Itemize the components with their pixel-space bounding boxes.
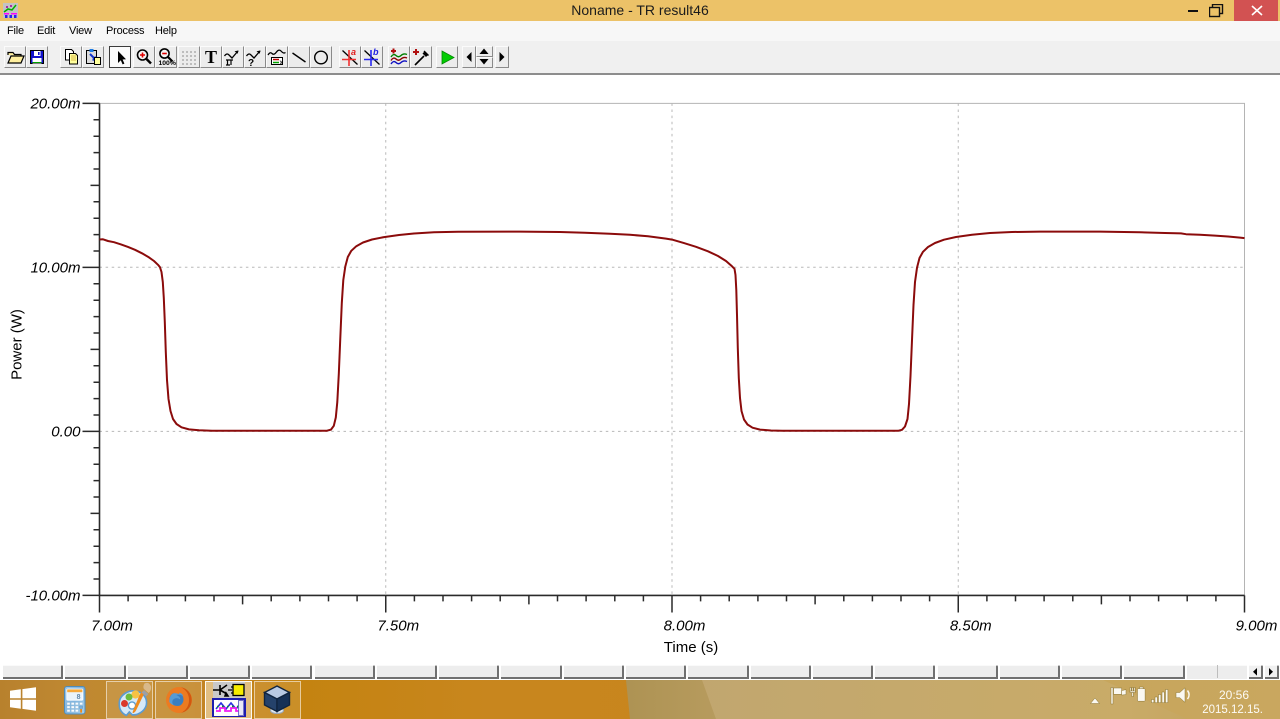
svg-text:7.00m: 7.00m [91,618,133,635]
svg-text:100%: 100% [159,60,176,67]
svg-text:8: 8 [77,694,81,701]
svg-text:10.00m: 10.00m [30,259,80,276]
svg-text:7.50m: 7.50m [377,618,419,635]
svg-text:8.50m: 8.50m [950,618,992,635]
svg-text:Power (W): Power (W) [9,309,26,380]
svg-text:a: a [351,47,356,57]
svg-text:Time (s): Time (s) [664,639,718,656]
svg-text:?: ? [248,58,254,67]
svg-text:0.00: 0.00 [51,423,81,440]
svg-text:b: b [373,47,379,57]
svg-text:-10.00m: -10.00m [25,587,80,604]
svg-text:9.00m: 9.00m [1236,618,1278,635]
svg-text:20.00m: 20.00m [29,95,80,112]
svg-text:T: T [205,47,217,67]
svg-text:8.00m: 8.00m [664,618,706,635]
svg-text:x: x [280,60,284,67]
